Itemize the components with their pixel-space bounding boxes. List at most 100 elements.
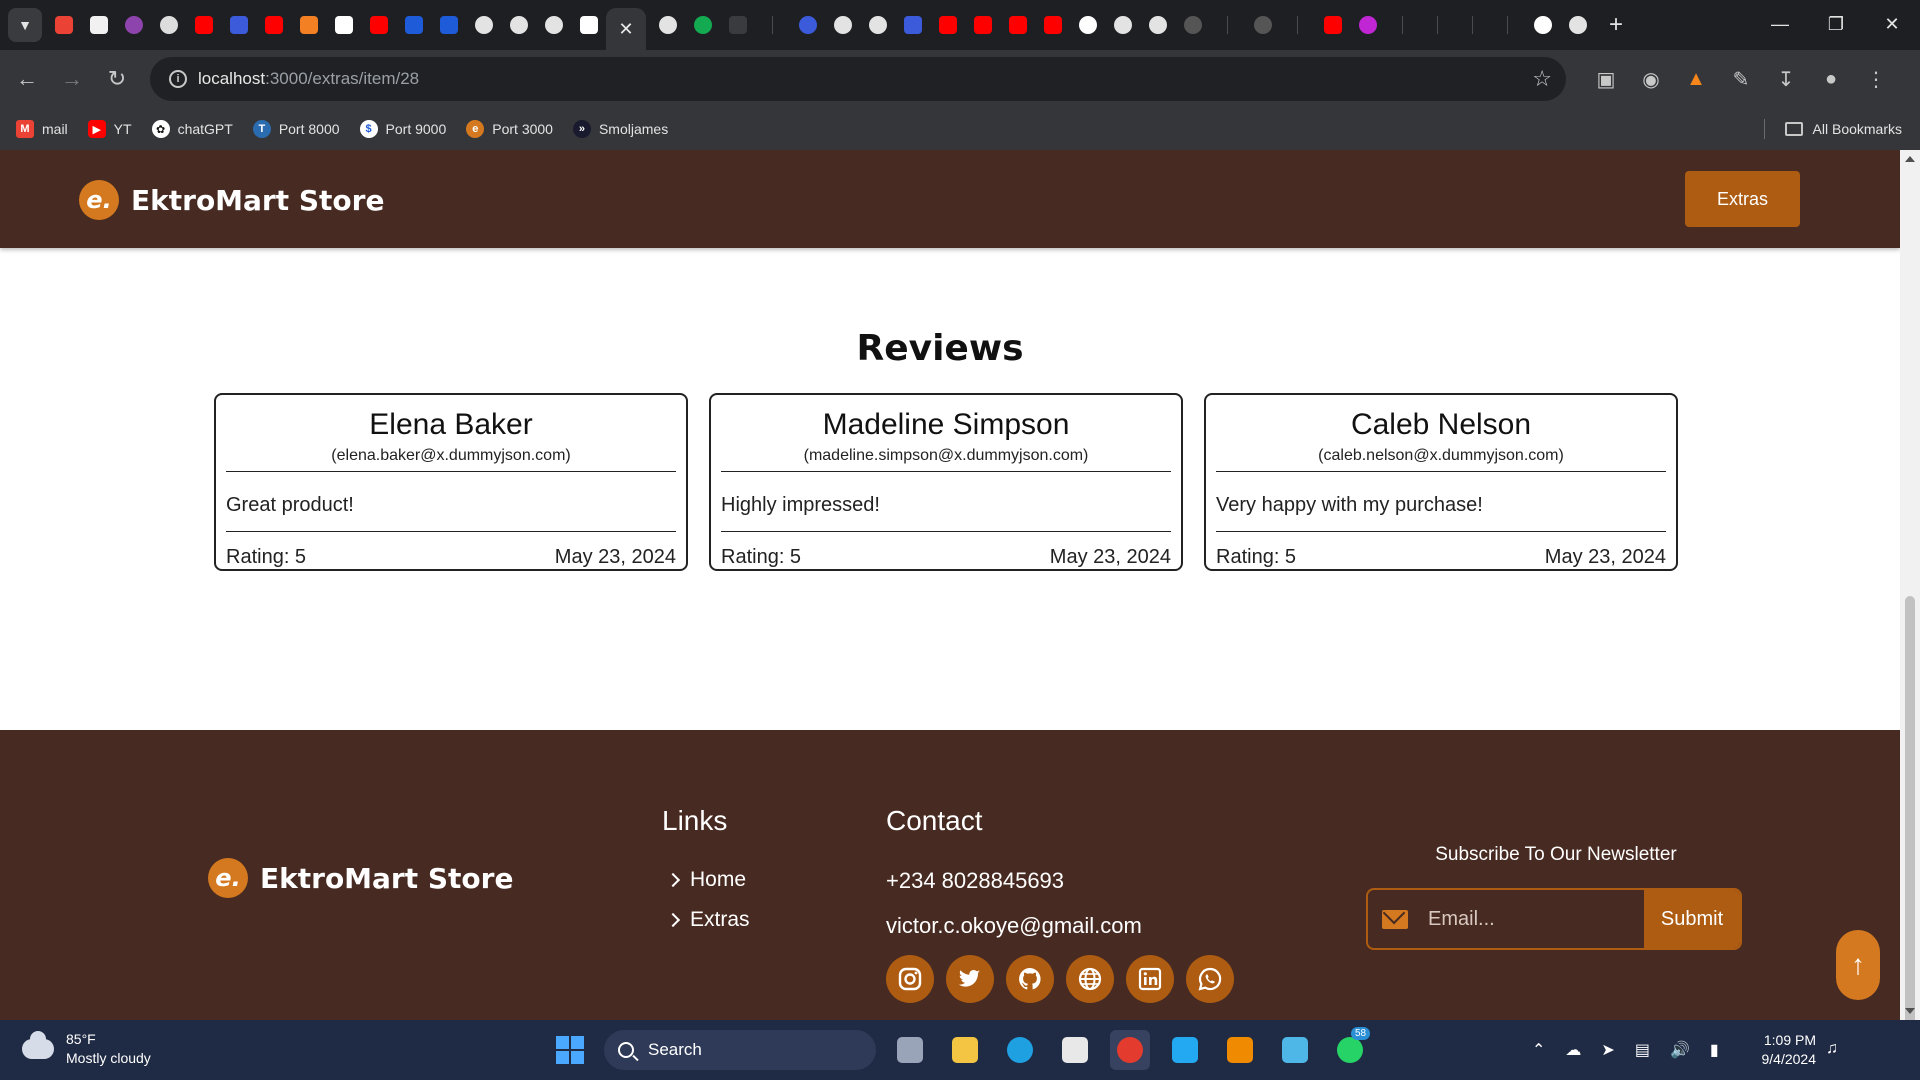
back-arrow-icon[interactable]: ←: [9, 61, 45, 97]
tab-app[interactable]: [116, 7, 151, 43]
notepad-icon[interactable]: [1275, 1030, 1315, 1070]
whatsapp-icon[interactable]: [1186, 955, 1234, 1003]
extension-translate-icon[interactable]: ◉: [1633, 61, 1669, 97]
tab-c[interactable]: [790, 7, 825, 43]
tab-chatgpt[interactable]: [1175, 7, 1210, 43]
contact-phone[interactable]: +234 8028845693: [886, 868, 1064, 894]
header-brand[interactable]: e. EktroMart Store: [79, 180, 384, 220]
tab-youtube[interactable]: [361, 7, 396, 43]
tab-m[interactable]: [895, 7, 930, 43]
tab-notion[interactable]: [326, 7, 361, 43]
github-icon[interactable]: [1006, 955, 1054, 1003]
address-bar[interactable]: i localhost:3000/extras/item/28 ☆: [150, 57, 1566, 101]
reload-icon[interactable]: ↻: [99, 61, 135, 97]
taskbar-search[interactable]: Search: [604, 1030, 876, 1070]
bookmark-port-9000[interactable]: $ Port 9000: [359, 120, 446, 138]
forward-arrow-icon[interactable]: →: [54, 61, 90, 97]
scroll-to-top-arrow-icon[interactable]: ↑: [1836, 930, 1880, 1000]
bookmark-port-3000[interactable]: e Port 3000: [466, 120, 553, 138]
tab-youtube[interactable]: [930, 7, 965, 43]
extension-metamask-icon[interactable]: ▲: [1678, 61, 1714, 97]
profile-avatar-icon[interactable]: ●: [1813, 61, 1849, 97]
site-info-icon[interactable]: i: [158, 70, 198, 88]
bookmark-chatgpt[interactable]: ✿ chatGPT: [151, 120, 233, 138]
tab-search-button[interactable]: ▼: [8, 8, 42, 42]
bookmark-mail[interactable]: Mmail: [16, 120, 68, 138]
tab-youtube[interactable]: [1315, 7, 1350, 43]
footer-link-extras[interactable]: Extras: [665, 908, 750, 932]
battery-icon[interactable]: ▮: [1710, 1040, 1719, 1060]
tab-globe[interactable]: [536, 7, 571, 43]
tab-globe[interactable]: [650, 7, 685, 43]
menu-kebab-icon[interactable]: ⋮: [1858, 61, 1894, 97]
tab-chatgpt[interactable]: [1245, 7, 1280, 43]
close-window-icon[interactable]: ✕: [1864, 0, 1920, 48]
tab-globe[interactable]: [860, 7, 895, 43]
tab-globe[interactable]: [1560, 7, 1595, 43]
tab-app[interactable]: [1350, 7, 1385, 43]
network-icon[interactable]: ▤: [1635, 1040, 1650, 1060]
tab-chatgpt[interactable]: [571, 7, 606, 43]
scroll-down-arrow-icon[interactable]: [1905, 1008, 1915, 1014]
chrome-icon[interactable]: [1110, 1030, 1150, 1070]
vlc-icon[interactable]: [1220, 1030, 1260, 1070]
tab-mongo[interactable]: [685, 7, 720, 43]
weather-widget[interactable]: 85°F Mostly cloudy: [22, 1030, 151, 1068]
footer-brand[interactable]: e. EktroMart Store: [208, 858, 513, 898]
minimize-icon[interactable]: —: [1752, 0, 1808, 48]
file-explorer-icon[interactable]: [945, 1030, 985, 1070]
taskbar-clock[interactable]: 1:09 PM 9/4/2024: [1754, 1031, 1817, 1069]
bookmark-yt[interactable]: ▶ YT: [87, 120, 132, 138]
tab-globe[interactable]: [825, 7, 860, 43]
contact-email[interactable]: victor.c.okoye@gmail.com: [886, 913, 1142, 939]
bookmark-star-icon[interactable]: ☆: [1532, 66, 1552, 92]
instagram-icon[interactable]: [886, 955, 934, 1003]
bookmark-smoljames[interactable]: » Smoljames: [572, 120, 668, 138]
extensions-puzzle-icon[interactable]: ✎: [1723, 61, 1759, 97]
tab-globe[interactable]: [501, 7, 536, 43]
twitter-icon[interactable]: [946, 955, 994, 1003]
store-icon[interactable]: [1055, 1030, 1095, 1070]
extras-button[interactable]: Extras: [1685, 171, 1800, 227]
restore-icon[interactable]: ❐: [1808, 0, 1864, 48]
tab-drop[interactable]: [151, 7, 186, 43]
tab-m[interactable]: [221, 7, 256, 43]
onedrive-cloud-icon[interactable]: ☁: [1565, 1040, 1581, 1060]
tab-active-close-icon[interactable]: ✕: [606, 8, 646, 50]
tab-youtube[interactable]: [965, 7, 1000, 43]
tab-youtube[interactable]: [1035, 7, 1070, 43]
tab-globe[interactable]: [1105, 7, 1140, 43]
page-scrollbar[interactable]: [1900, 150, 1920, 1080]
tab-globe[interactable]: [1140, 7, 1175, 43]
tab-drive[interactable]: [81, 7, 116, 43]
tab-gmail[interactable]: [46, 7, 81, 43]
notification-bell-icon[interactable]: ♫: [1826, 1040, 1838, 1058]
tab-info[interactable]: [396, 7, 431, 43]
new-tab-plus-icon[interactable]: +: [1599, 8, 1633, 42]
edge-icon[interactable]: [1000, 1030, 1040, 1070]
tab-globe[interactable]: [466, 7, 501, 43]
newsletter-email-input[interactable]: [1428, 907, 1648, 931]
volume-icon[interactable]: 🔊: [1670, 1040, 1690, 1060]
footer-link-home[interactable]: Home: [665, 868, 746, 892]
globe-icon[interactable]: [1066, 955, 1114, 1003]
tab-stack[interactable]: [291, 7, 326, 43]
url-text[interactable]: localhost:3000/extras/item/28: [198, 69, 419, 89]
whatsapp-icon[interactable]: 58: [1330, 1027, 1371, 1070]
scroll-up-arrow-icon[interactable]: [1905, 156, 1915, 162]
extension-docs-icon[interactable]: ▣: [1588, 61, 1624, 97]
tab-blank[interactable]: [720, 7, 755, 43]
chevron-up-icon[interactable]: ⌃: [1532, 1040, 1545, 1060]
location-icon[interactable]: ➤: [1601, 1040, 1614, 1060]
tab-youtube[interactable]: [256, 7, 291, 43]
tab-info[interactable]: [431, 7, 466, 43]
tab-youtube[interactable]: [1000, 7, 1035, 43]
bookmark-port-8000[interactable]: T Port 8000: [252, 120, 340, 138]
all-bookmarks[interactable]: All Bookmarks: [1763, 119, 1902, 139]
tab-youtube[interactable]: [186, 7, 221, 43]
task-view-icon[interactable]: [890, 1030, 930, 1070]
vscode-icon[interactable]: [1165, 1030, 1205, 1070]
download-icon[interactable]: ↧: [1768, 61, 1804, 97]
tab-chatgpt[interactable]: [1525, 7, 1560, 43]
windows-start-icon[interactable]: [556, 1036, 584, 1064]
